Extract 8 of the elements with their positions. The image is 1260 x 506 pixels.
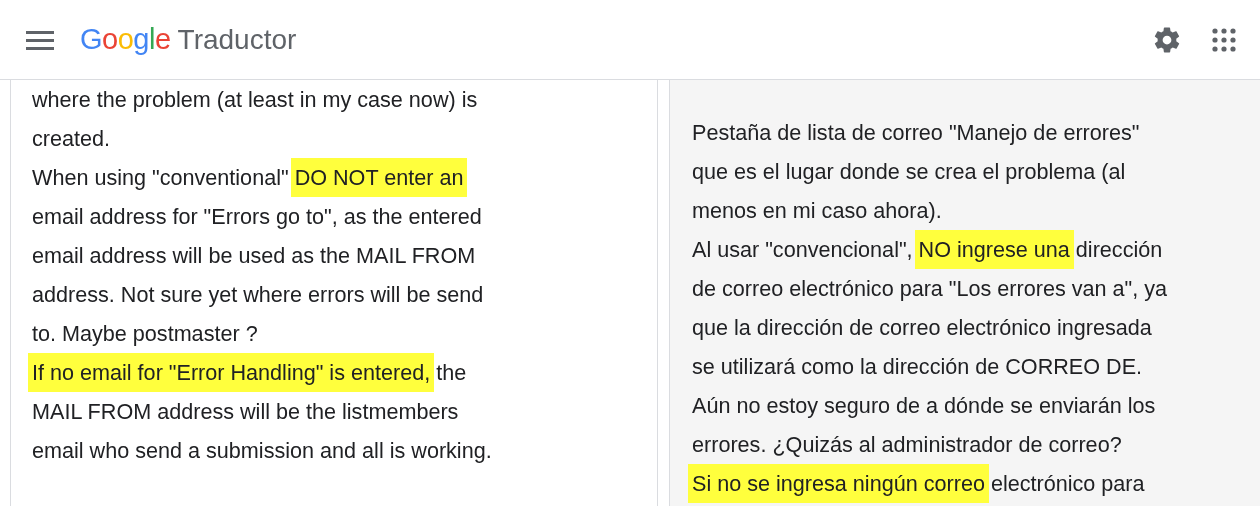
google-logo: Google bbox=[80, 23, 171, 56]
menu-icon[interactable] bbox=[26, 29, 54, 50]
paragraph: Al usar "convencional", NO ingrese una dirección de correo electrónico para "Los errores van a", ya que la dirección de correo electrónico ingresada se utilizará como la dirección de CORREO DE. Aún no estoy seguro de a dónde se enviarán los errores. ¿Quizás al administrador de correo? bbox=[692, 230, 1250, 464]
apps-icon[interactable] bbox=[1212, 27, 1236, 52]
paragraph: When using "conventional" DO NOT enter an email address for "Errors go to", as the entered email address will be used as the MAIL FROM address. Not sure yet where errors will be send to. Maybe postmaster ? bbox=[32, 158, 637, 353]
paragraph: where the problem (at least in my case now) is created. bbox=[32, 86, 479, 153]
paragraph: Pestaña de lista de correo "Manejo de errores" que es el lugar donde se crea el problema (al menos en mi caso ahora). bbox=[692, 119, 1141, 225]
product-name: Traductor bbox=[177, 24, 297, 56]
